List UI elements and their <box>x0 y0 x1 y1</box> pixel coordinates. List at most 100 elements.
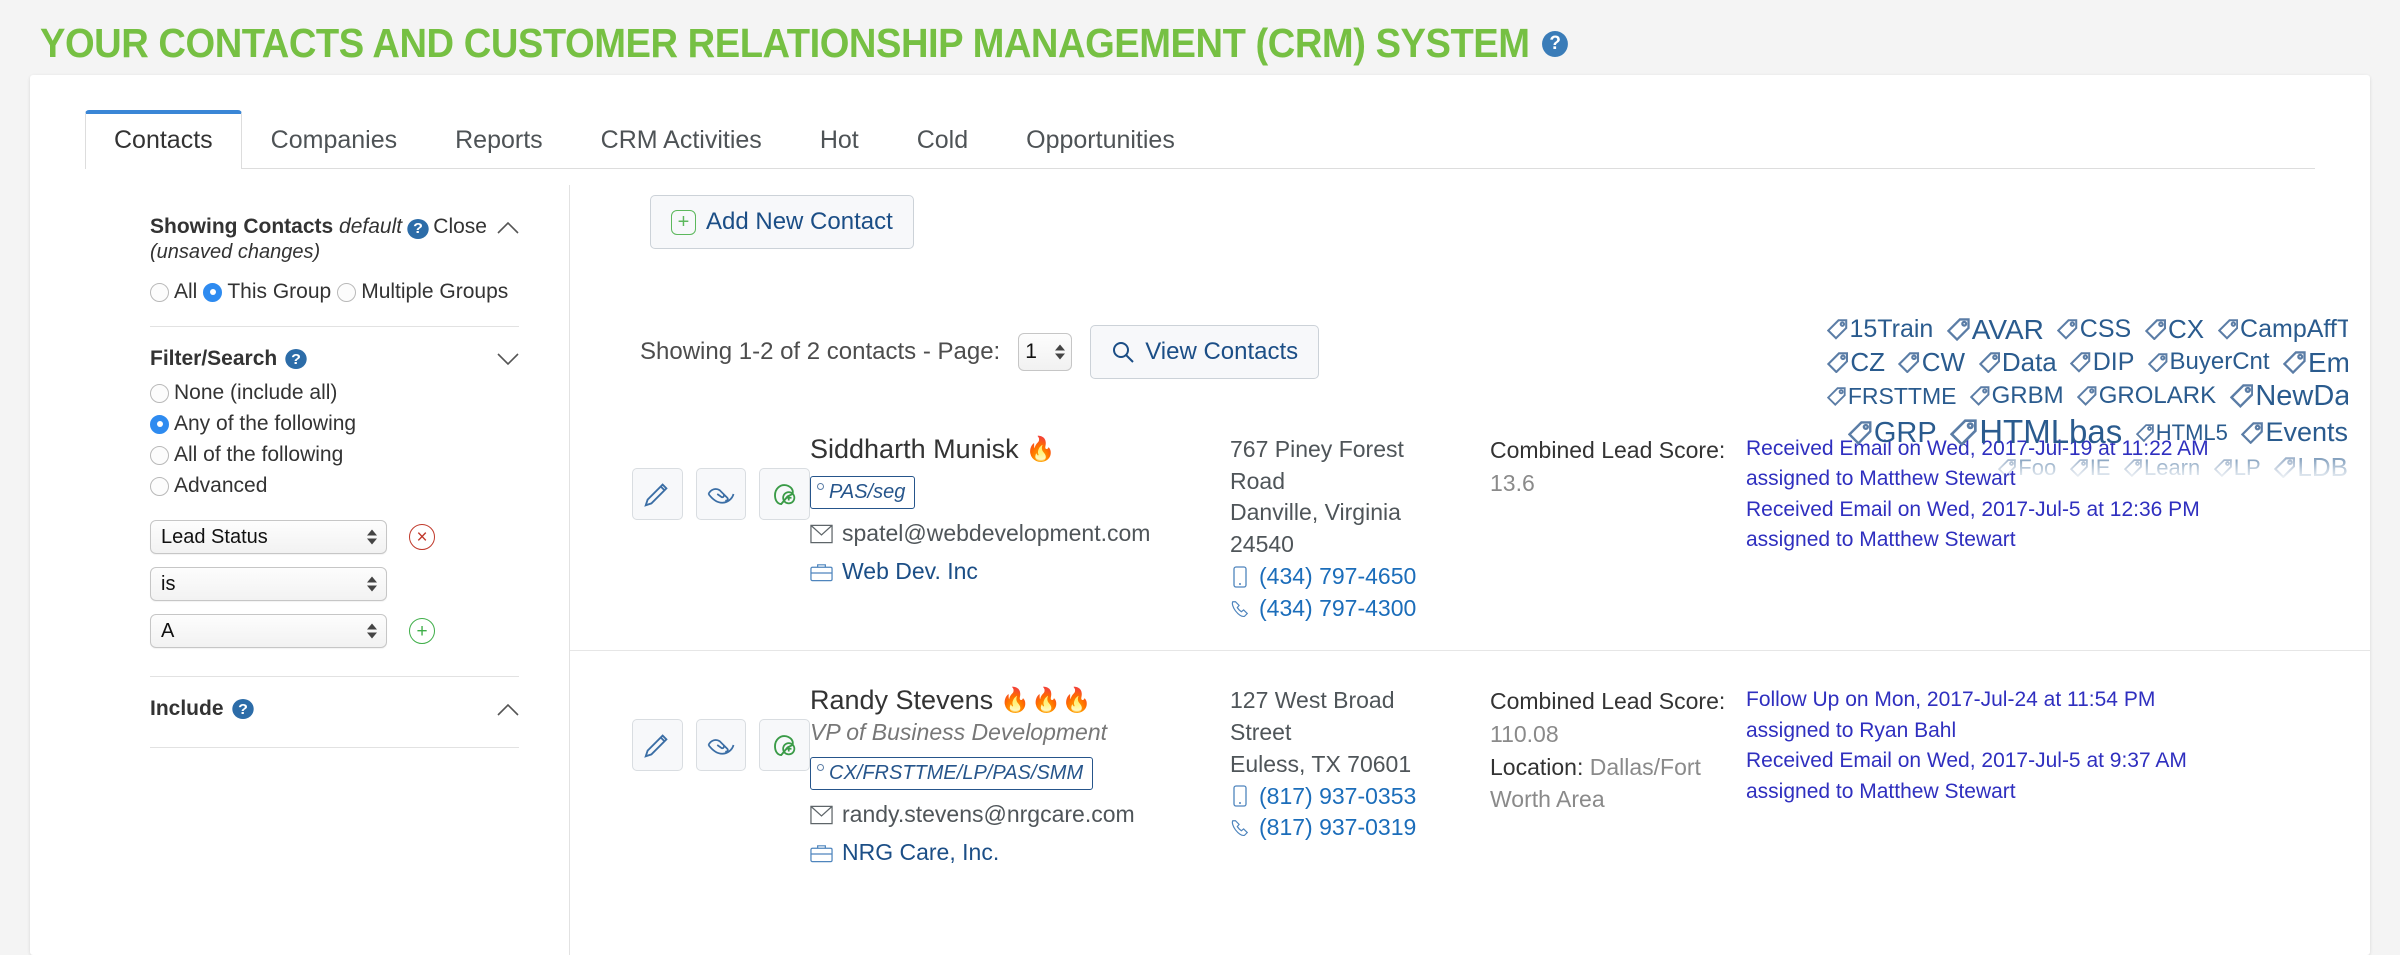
contact-name-row[interactable]: Siddharth Munisk 🔥 <box>810 434 1230 465</box>
contact-company-row[interactable]: Web Dev. Inc <box>810 558 1230 585</box>
tag-cloud-item-html5[interactable]: HTML5 <box>2135 420 2228 446</box>
contact-phone-row[interactable]: (817) 937-0319 <box>1230 812 1490 844</box>
contact-tag-chip[interactable]: PAS/seg <box>810 476 916 509</box>
tag-label: NewDash <box>2255 380 2348 413</box>
tag-label: IE <box>2089 454 2111 480</box>
tag-cloud-item-avar[interactable]: AVAR <box>1946 313 2044 346</box>
contact-company-row[interactable]: NRG Care, Inc. <box>810 839 1230 866</box>
tag-cloud-item-cw[interactable]: CW <box>1898 347 1965 378</box>
add-filter-button[interactable]: + <box>409 618 435 645</box>
scope-radio-multiple-groups[interactable]: Multiple Groups <box>337 280 508 304</box>
tab-crm-activities[interactable]: CRM Activities <box>572 113 791 169</box>
tag-cloud-item-frsttme[interactable]: FRSTTME <box>1827 383 1956 410</box>
contact-identity: Randy Stevens 🔥🔥🔥 VP of Business Develop… <box>810 685 1230 866</box>
tag-cloud-item-foo[interactable]: Foo <box>1998 455 2056 481</box>
filter-radio-all[interactable]: All of the following <box>150 443 519 467</box>
contact-identity: Siddharth Munisk 🔥 PAS/seg spatel@webdev… <box>810 434 1230 585</box>
tag-cloud-item-15train[interactable]: 15Train <box>1827 315 1933 345</box>
tab-opportunities[interactable]: Opportunities <box>997 113 1204 169</box>
edit-contact-button[interactable] <box>632 719 683 772</box>
remove-filter-button[interactable]: × <box>409 524 435 551</box>
filter-criteria-row-value: A + <box>150 614 519 649</box>
tag-cloud-item-grp[interactable]: GRP <box>1848 416 1937 450</box>
search-icon <box>1113 342 1134 363</box>
contact-mobile-row[interactable]: (434) 797-4650 <box>1230 561 1490 593</box>
tag-cloud-item-grolark[interactable]: GROLARK <box>2077 382 2216 410</box>
tag-cloud-item-cz[interactable]: CZ <box>1827 347 1885 378</box>
tag-cloud-item-lp[interactable]: LP <box>2213 455 2261 481</box>
contact-phone-row[interactable]: (434) 797-4300 <box>1230 593 1490 625</box>
add-to-group-button[interactable] <box>759 719 811 772</box>
scope-radio-all[interactable]: All <box>150 280 197 304</box>
contact-email-row[interactable]: randy.stevens@nrgcare.com <box>810 801 1230 828</box>
filter-radio-advanced[interactable]: Advanced <box>150 474 519 498</box>
tab-reports[interactable]: Reports <box>426 113 572 169</box>
tag-icon <box>2144 319 2166 341</box>
filter-radio-advanced-label: Advanced <box>174 474 268 498</box>
include-help-icon[interactable]: ? <box>231 699 254 720</box>
tag-label: GROLARK <box>2098 382 2217 410</box>
include-title: Include ? <box>150 697 254 721</box>
contact-email-row[interactable]: spatel@webdevelopment.com <box>810 520 1230 547</box>
unsaved-changes-note: (unsaved changes) <box>150 241 321 264</box>
tag-icon <box>817 483 824 490</box>
tag-cloud-item-ie[interactable]: IE <box>2069 454 2111 481</box>
contact-mobile-row[interactable]: (817) 937-0353 <box>1230 781 1490 813</box>
tab-contacts[interactable]: Contacts <box>85 110 242 169</box>
mobile-phone-icon <box>1233 785 1247 808</box>
tab-hot[interactable]: Hot <box>791 113 888 169</box>
activity-line[interactable]: assigned to Matthew Stewart <box>1746 525 2370 555</box>
tag-cloud-item-email[interactable]: Email <box>2283 346 2348 379</box>
filter-field-select[interactable]: Lead Status <box>150 520 387 555</box>
tag-cloud-item-htmlbas[interactable]: HTMLbas <box>1950 413 2122 452</box>
tag-cloud-item-newdash[interactable]: NewDash <box>2229 379 2348 413</box>
scope-radio-this-group[interactable]: This Group <box>203 280 331 304</box>
showing-help-icon[interactable]: ? <box>407 218 429 239</box>
tag-cloud-item-campafft[interactable]: CampAffT <box>2217 315 2348 345</box>
activity-line[interactable]: Received Email on Wed, 2017-Jul-5 at 9:3… <box>1746 746 2370 776</box>
contact-tag-chip[interactable]: CX/FRSTTME/LP/PAS/SMM <box>810 757 1094 791</box>
deal-button[interactable] <box>695 468 747 520</box>
tab-cold[interactable]: Cold <box>888 113 997 169</box>
close-panel-button[interactable]: Close <box>433 213 519 239</box>
tag-cloud-item-data[interactable]: Data <box>1978 347 2057 378</box>
page-help-icon[interactable]: ? <box>1541 30 1568 57</box>
filter-radio-any-label: Any of the following <box>174 412 357 436</box>
filter-radio-none[interactable]: None (include all) <box>150 381 519 405</box>
filter-operator-select[interactable]: is <box>150 567 387 602</box>
add-new-contact-button[interactable]: + Add New Contact <box>650 195 914 249</box>
add-to-group-button[interactable] <box>759 468 811 520</box>
tag-cloud-item-css[interactable]: CSS <box>2057 315 2131 345</box>
address-line: 767 Piney Forest <box>1230 436 1404 462</box>
activity-line[interactable]: Received Email on Wed, 2017-Jul-5 at 12:… <box>1746 495 2370 525</box>
filter-search-help-icon[interactable]: ? <box>285 349 307 370</box>
view-contacts-button[interactable]: View Contacts <box>1090 325 1320 379</box>
chevron-down-icon[interactable] <box>497 353 519 366</box>
chevron-up-icon[interactable] <box>497 703 519 716</box>
tag-cloud-item-buyercnt[interactable]: BuyerCnt <box>2147 348 2270 376</box>
hot-lead-flame-icon: 🔥🔥🔥 <box>1000 687 1093 715</box>
tag-cloud-item-ldb[interactable]: LDB <box>2274 452 2348 483</box>
stepper-arrows-icon <box>367 623 377 639</box>
filter-radio-any[interactable]: Any of the following <box>150 412 519 436</box>
edit-contact-button[interactable] <box>632 468 683 520</box>
tag-cloud-item-dip[interactable]: DIP <box>2070 348 2134 378</box>
page-title: YOUR CONTACTS AND CUSTOMER RELATIONSHIP … <box>40 20 1568 67</box>
tag-icon <box>1998 458 2017 477</box>
activity-line[interactable]: assigned to Ryan Bahl <box>1746 716 2370 746</box>
tag-label: CZ <box>1850 347 1885 378</box>
tag-cloud-item-learn[interactable]: Learn <box>2123 455 2200 481</box>
contact-name-row[interactable]: Randy Stevens 🔥🔥🔥 <box>810 685 1230 716</box>
tab-companies[interactable]: Companies <box>242 113 426 169</box>
tag-cloud-item-events[interactable]: Events <box>2241 417 2348 449</box>
filter-value-select[interactable]: A <box>150 614 387 649</box>
filter-radio-none-label: None (include all) <box>174 381 338 405</box>
address-line: Street <box>1230 719 1292 746</box>
tag-cloud-item-grbm[interactable]: GRBM <box>1969 382 2064 410</box>
tag-icon <box>1848 421 1872 445</box>
page-number-stepper[interactable]: 1 <box>1018 333 1073 371</box>
activity-line[interactable]: assigned to Matthew Stewart <box>1746 777 2370 807</box>
tag-cloud-item-cx[interactable]: CX <box>2144 314 2204 345</box>
activity-line[interactable]: Follow Up on Mon, 2017-Jul-24 at 11:54 P… <box>1746 685 2370 715</box>
deal-button[interactable] <box>695 719 747 772</box>
